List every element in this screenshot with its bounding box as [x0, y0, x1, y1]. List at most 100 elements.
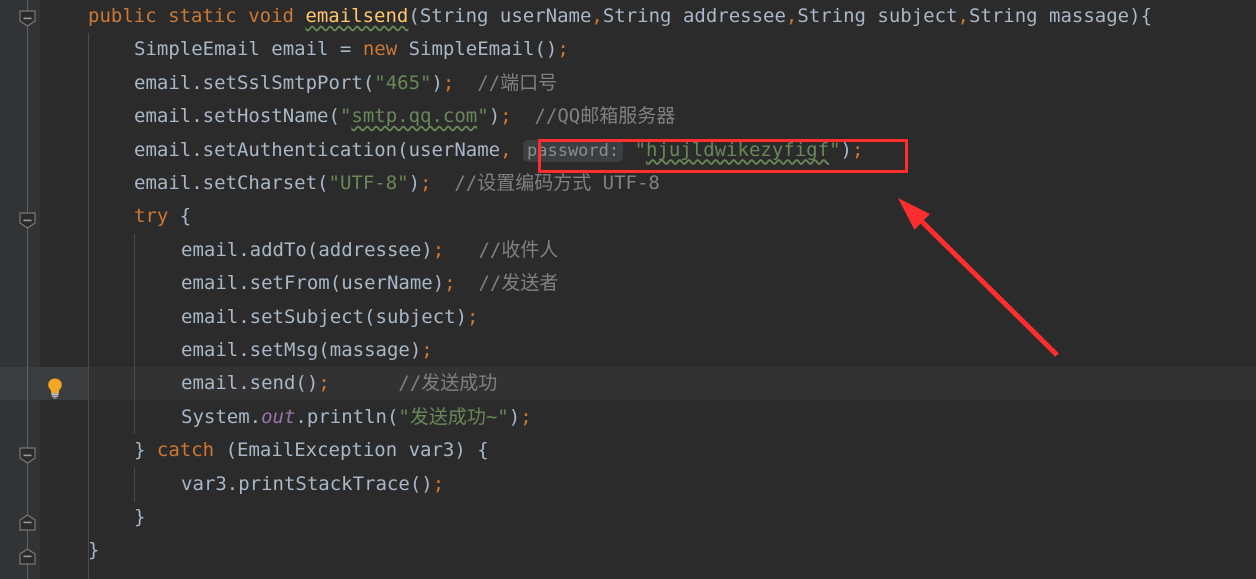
code-token: ; — [432, 238, 445, 261]
code-token: String — [797, 5, 866, 27]
code-token: send — [249, 372, 296, 395]
fold-marker-try-start-icon[interactable] — [19, 212, 36, 229]
code-token: setMsg — [249, 339, 319, 361]
code-token: { — [465, 439, 489, 462]
intention-bulb-icon[interactable] — [45, 377, 65, 399]
code-token: ) — [1129, 5, 1141, 27]
code-line-13[interactable]: System.out.println("发送成功~"); — [181, 401, 532, 434]
code-token: . — [238, 272, 250, 295]
code-token: " — [477, 105, 489, 128]
code-line-4[interactable]: email.setHostName("smtp.qq.com"); //QQ邮箱… — [134, 100, 675, 133]
code-token: = — [339, 38, 352, 61]
code-token: ( — [362, 71, 375, 94]
code-token: password: — [523, 139, 624, 162]
code-token: ) — [840, 138, 852, 161]
code-token: ) — [431, 71, 443, 94]
code-token: ; — [851, 138, 864, 161]
code-token: //设置编码方式 UTF-8 — [431, 172, 660, 194]
code-token: SimpleEmail — [408, 38, 535, 61]
code-token: ; — [442, 71, 455, 94]
code-token: "发送成功~" — [398, 405, 509, 428]
fold-rail — [27, 0, 28, 579]
code-token: printStackTrace — [238, 472, 410, 495]
code-token: email — [134, 105, 192, 128]
code-token: , — [957, 5, 969, 27]
code-token: , — [591, 5, 603, 27]
code-token: addressee — [318, 238, 422, 261]
code-token: SimpleEmail — [134, 38, 260, 61]
code-token: ; — [318, 372, 330, 395]
code-token: String — [968, 5, 1038, 27]
code-token: ; — [420, 172, 432, 194]
code-token: email — [181, 372, 239, 395]
code-token: setCharset — [202, 172, 318, 194]
code-token: ) — [488, 105, 501, 128]
code-token: . — [238, 372, 250, 395]
code-token: var3 — [181, 472, 227, 495]
code-line-11[interactable]: email.setMsg(massage); — [181, 334, 433, 367]
code-token: } — [88, 539, 100, 562]
code-line-16[interactable]: } — [134, 501, 145, 534]
code-token: . — [295, 405, 307, 428]
code-token: . — [191, 105, 203, 128]
code-token: ; — [421, 339, 433, 361]
code-line-15[interactable]: var3.printStackTrace(); — [181, 468, 444, 501]
code-token: ( — [318, 339, 330, 361]
code-line-5[interactable]: email.setAuthentication(userName, passwo… — [134, 134, 863, 167]
code-token: userName — [488, 5, 592, 27]
editor-gutter[interactable] — [0, 0, 88, 579]
code-token: email — [134, 71, 192, 94]
code-token: " — [634, 138, 647, 161]
code-token: void — [248, 5, 294, 27]
code-line-1[interactable]: public static void emailsend(String user… — [88, 0, 1152, 33]
code-line-2[interactable]: SimpleEmail email = new SimpleEmail(); — [134, 33, 569, 66]
code-token: () — [534, 38, 558, 61]
code-token: //收件人 — [444, 238, 559, 261]
fold-marker-catch-start-icon[interactable] — [19, 447, 36, 464]
code-line-10[interactable]: email.setSubject(subject); — [181, 301, 478, 334]
code-token: ) — [454, 439, 466, 462]
code-token: ( — [295, 372, 307, 395]
code-token: "UTF-8" — [328, 172, 409, 194]
code-token: new — [362, 38, 398, 61]
code-line-9[interactable]: email.setFrom(userName); //发送者 — [181, 267, 558, 300]
code-token: out — [261, 405, 296, 428]
code-token: , — [500, 138, 512, 161]
code-token: String — [419, 5, 489, 27]
fold-marker-method-end-icon[interactable] — [19, 548, 36, 565]
code-line-8[interactable]: email.addTo(addressee); //收件人 — [181, 234, 558, 267]
code-token: static — [168, 5, 237, 27]
code-editor[interactable]: public static void emailsend(String user… — [0, 0, 1256, 579]
code-token: hjujldwikezyfigf — [646, 138, 830, 161]
code-line-14[interactable]: } catch (EmailException var3) { — [134, 434, 489, 467]
code-token: ; — [432, 472, 445, 495]
code-token: } — [134, 439, 146, 462]
code-token: EmailException — [237, 439, 398, 462]
indent-guide-2 — [134, 467, 135, 502]
code-line-6[interactable]: email.setCharset("UTF-8"); //设置编码方式 UTF-… — [134, 167, 660, 200]
code-token: var3 — [397, 439, 455, 462]
code-line-17[interactable]: } — [88, 534, 99, 567]
code-token: System — [181, 405, 250, 428]
code-line-3[interactable]: email.setSslSmtpPort("465"); //端口号 — [134, 67, 557, 100]
code-token: " — [339, 105, 352, 128]
code-line-7[interactable]: try { — [134, 200, 191, 233]
fold-marker-method-start-icon[interactable] — [19, 10, 36, 27]
code-token: //端口号 — [454, 71, 558, 94]
code-line-12[interactable]: email.send(); //发送成功 — [181, 367, 497, 400]
code-token: email — [181, 339, 239, 361]
gutter-fold-column — [40, 0, 88, 579]
code-token: ( — [397, 138, 409, 161]
code-token: email — [181, 238, 239, 261]
code-token: ; — [467, 305, 479, 328]
code-token: } — [134, 506, 146, 528]
code-token: emailsend — [305, 5, 409, 27]
code-token: ( — [225, 439, 238, 462]
code-token: email — [134, 172, 192, 194]
code-token: . — [249, 405, 262, 428]
fold-marker-catch-end-icon[interactable] — [19, 514, 36, 531]
